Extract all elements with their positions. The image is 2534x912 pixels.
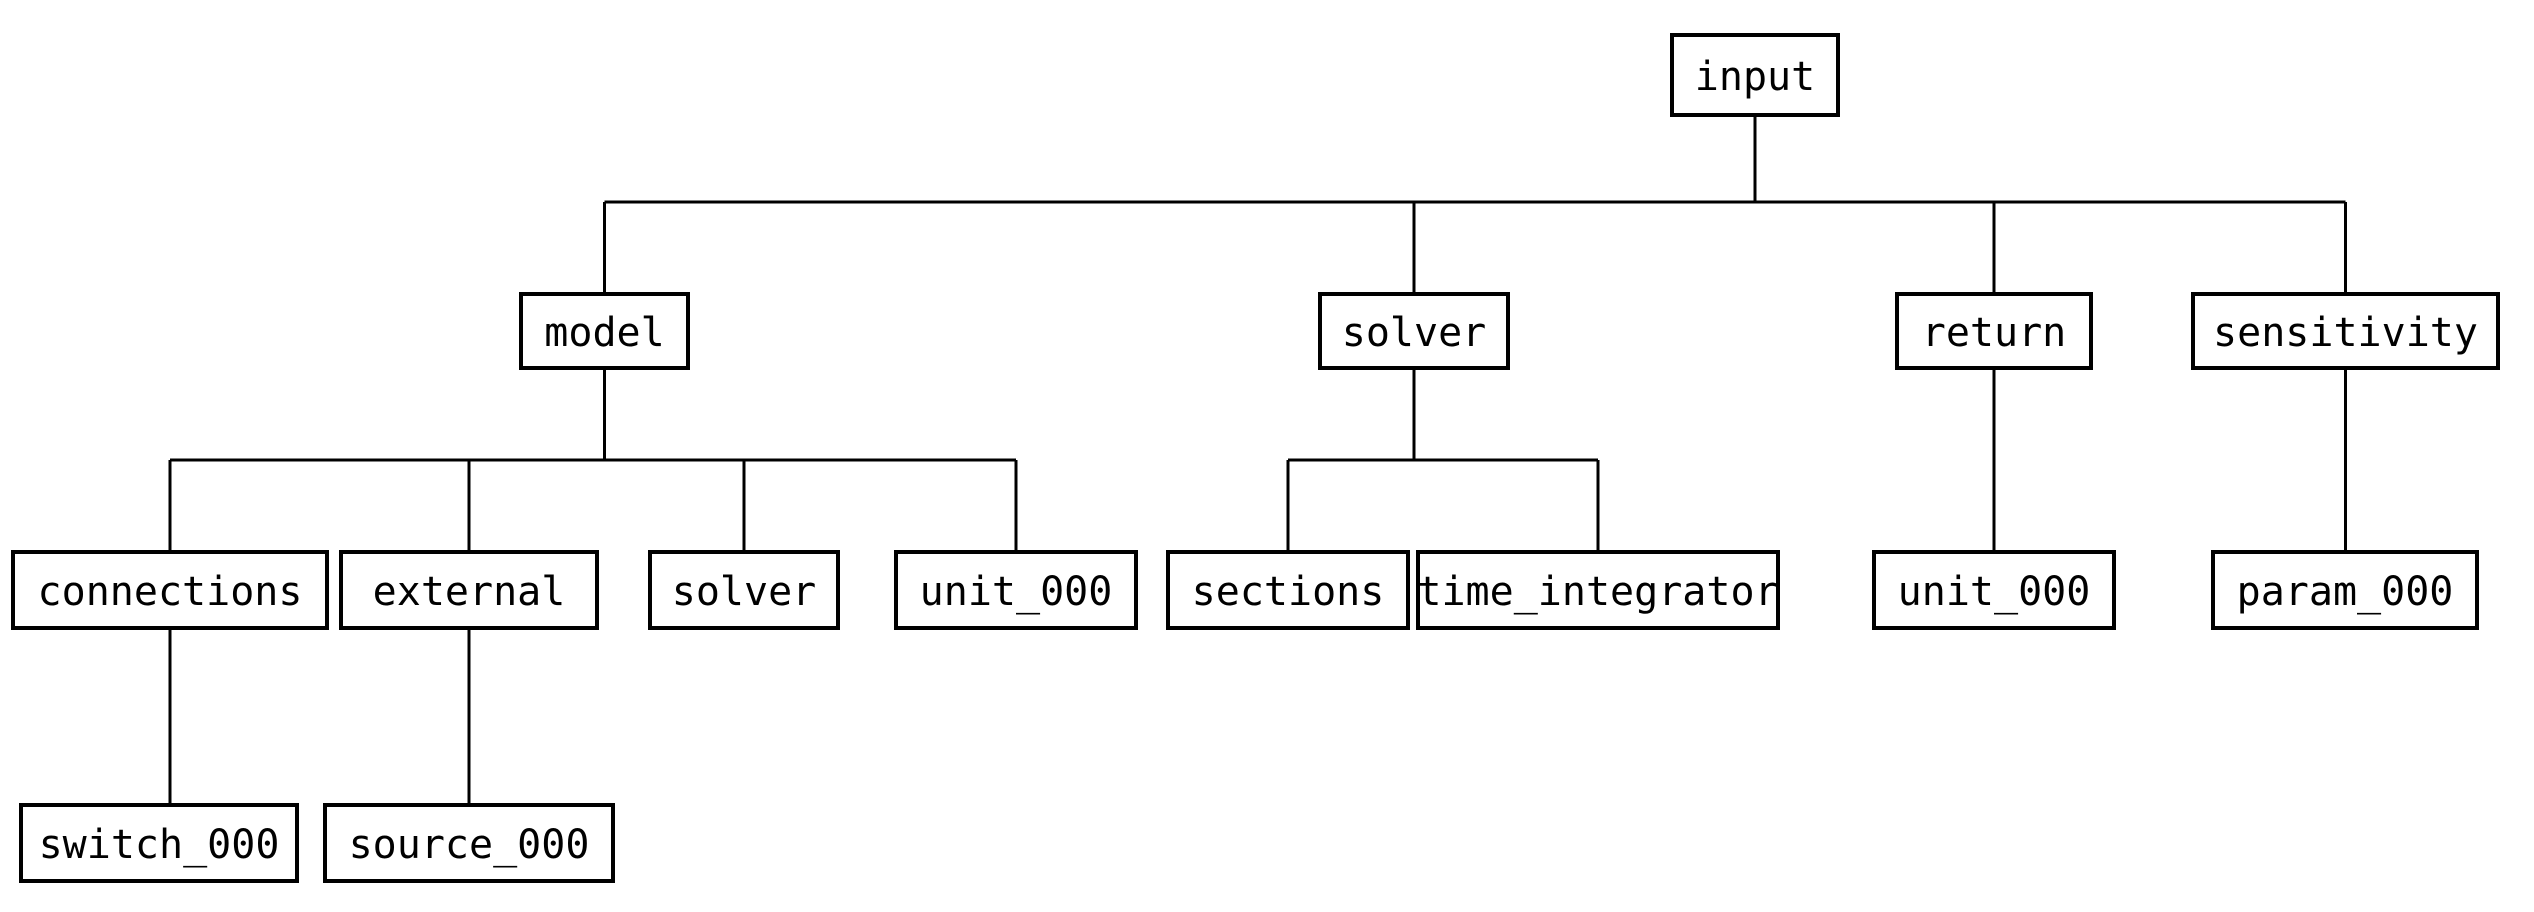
node-sections[interactable]: sections — [1166, 550, 1410, 630]
node-label-param_000: param_000 — [2237, 569, 2454, 615]
node-label-input: input — [1695, 54, 1815, 100]
node-label-model: model — [544, 310, 664, 356]
node-label-model_solver: solver — [672, 569, 817, 615]
node-return_unit_000[interactable]: unit_000 — [1872, 550, 2116, 630]
node-label-switch_000: switch_000 — [39, 822, 280, 868]
node-input[interactable]: input — [1670, 33, 1840, 117]
node-source_000[interactable]: source_000 — [323, 803, 615, 883]
node-model_solver[interactable]: solver — [648, 550, 840, 630]
node-param_000[interactable]: param_000 — [2211, 550, 2479, 630]
node-label-sensitivity: sensitivity — [2213, 310, 2478, 356]
node-switch_000[interactable]: switch_000 — [19, 803, 299, 883]
node-label-time_integrator: time_integrator — [1417, 569, 1778, 615]
node-return[interactable]: return — [1895, 292, 2093, 370]
node-label-sections: sections — [1192, 569, 1385, 615]
node-label-return: return — [1922, 310, 2067, 356]
nodes-layer: input model solver return sensitivity connect… — [11, 33, 2500, 883]
node-label-source_000: source_000 — [349, 822, 590, 868]
node-model[interactable]: model — [519, 292, 690, 370]
node-connections[interactable]: connections — [11, 550, 329, 630]
node-label-model_unit_000: unit_000 — [920, 569, 1113, 615]
node-label-solver: solver — [1342, 310, 1487, 356]
tree-diagram: input model solver return sensitivity connect… — [0, 0, 2534, 912]
node-label-return_unit_000: unit_000 — [1898, 569, 2091, 615]
node-sensitivity[interactable]: sensitivity — [2191, 292, 2500, 370]
edges-layer — [168, 115, 2347, 805]
node-external[interactable]: external — [339, 550, 599, 630]
node-label-external: external — [373, 569, 566, 615]
node-solver[interactable]: solver — [1318, 292, 1510, 370]
node-label-connections: connections — [38, 569, 303, 615]
node-time_integrator[interactable]: time_integrator — [1416, 550, 1780, 630]
node-model_unit_000[interactable]: unit_000 — [894, 550, 1138, 630]
tree-canvas: input model solver return sensitivity connect… — [11, 33, 2500, 883]
